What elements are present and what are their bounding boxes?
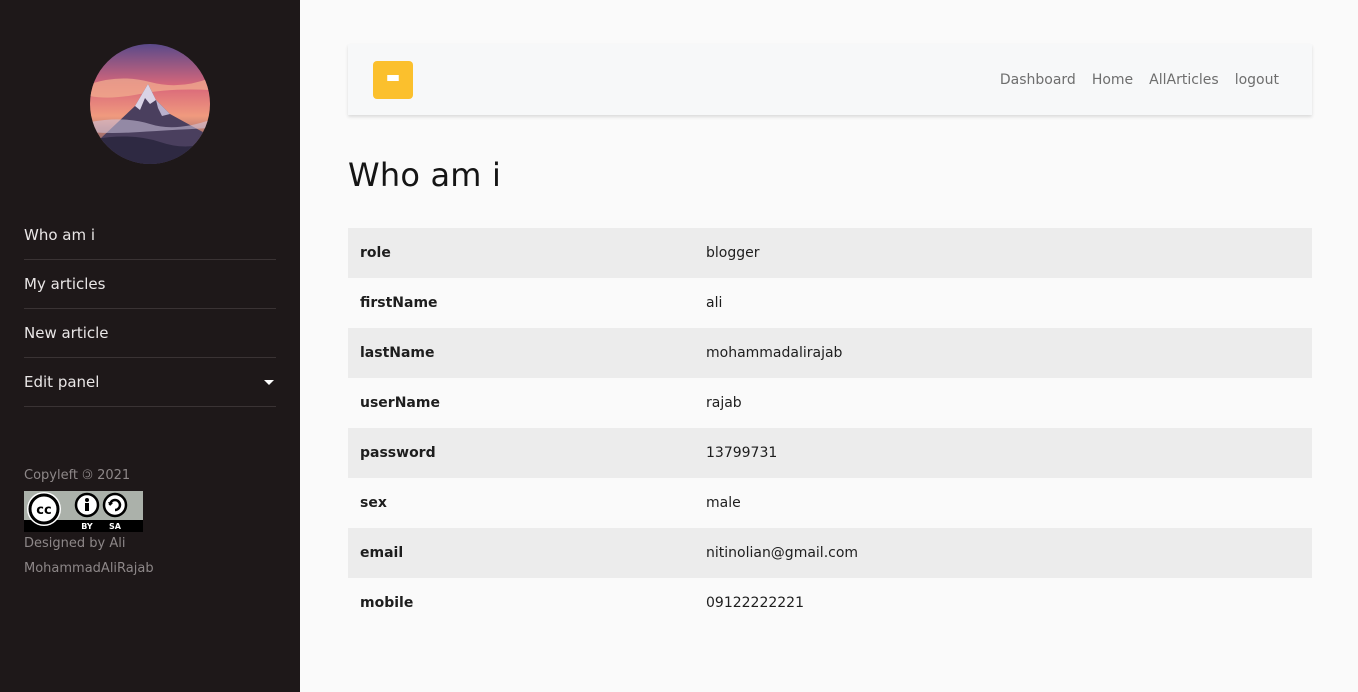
field-key: userName: [360, 395, 440, 411]
cc-by-sa-license-badge[interactable]: cc BY SA: [24, 491, 143, 532]
sidebar-toggle-button[interactable]: [373, 61, 413, 99]
svg-text:BY: BY: [81, 522, 93, 531]
nav-link-home[interactable]: Home: [1092, 72, 1133, 88]
table-row: role blogger: [348, 228, 1312, 278]
field-key: role: [360, 245, 391, 261]
field-value: 13799731: [706, 445, 778, 461]
field-key: lastName: [360, 345, 435, 361]
field-key: firstName: [360, 295, 438, 311]
top-navbar: Dashboard Home AllArticles logout: [348, 44, 1312, 115]
nav-link-logout[interactable]: logout: [1235, 72, 1279, 88]
table-row: email nitinolian@gmail.com: [348, 528, 1312, 578]
field-value: mohammadalirajab: [706, 345, 843, 361]
field-value: male: [706, 495, 741, 511]
sidebar-item-my-articles[interactable]: My articles: [24, 260, 276, 309]
sidebar-nav: Who am i My articles New article Edit pa…: [24, 211, 276, 407]
profile-info-table: role blogger firstName ali lastName moha…: [348, 228, 1312, 628]
sidebar-item-label: Edit panel: [24, 373, 100, 391]
page-title: Who am i: [348, 156, 502, 194]
table-row: sex male: [348, 478, 1312, 528]
sidebar-item-label: My articles: [24, 275, 106, 293]
table-row: lastName mohammadalirajab: [348, 328, 1312, 378]
field-key: email: [360, 545, 404, 561]
field-value: 09122222221: [706, 595, 804, 611]
caret-down-icon: [264, 379, 274, 385]
table-row: mobile 09122222221: [348, 578, 1312, 628]
sidebar-item-label: Who am i: [24, 226, 96, 244]
field-value: rajab: [706, 395, 742, 411]
avatar: [90, 44, 210, 164]
table-row: userName rajab: [348, 378, 1312, 428]
field-value: blogger: [706, 245, 760, 261]
sidebar-footer: Copyleft 🄯 2021 cc BY SA Designed by Ali…: [24, 463, 276, 581]
field-key: password: [360, 445, 436, 461]
author-name: MohammadAliRajab: [24, 561, 154, 576]
sidebar: Who am i My articles New article Edit pa…: [0, 0, 300, 692]
svg-text:SA: SA: [109, 522, 122, 531]
table-row: firstName ali: [348, 278, 1312, 328]
svg-text:cc: cc: [36, 503, 51, 518]
field-key: mobile: [360, 595, 414, 611]
sidebar-item-label: New article: [24, 324, 109, 342]
sidebar-item-who-am-i[interactable]: Who am i: [24, 211, 276, 260]
sidebar-item-new-article[interactable]: New article: [24, 309, 276, 358]
field-key: sex: [360, 495, 387, 511]
table-row: password 13799731: [348, 428, 1312, 478]
copyleft-text: Copyleft 🄯 2021: [24, 468, 131, 483]
field-value: ali: [706, 295, 723, 311]
nav-link-dashboard[interactable]: Dashboard: [1000, 72, 1076, 88]
mountain-image: [90, 44, 210, 164]
field-value: nitinolian@gmail.com: [706, 545, 859, 561]
designed-by-text: Designed by Ali: [24, 536, 126, 551]
sidebar-item-edit-panel[interactable]: Edit panel: [24, 358, 276, 407]
nav-link-all-articles[interactable]: AllArticles: [1149, 72, 1219, 88]
hamburger-icon: [387, 75, 399, 85]
top-nav-links: Dashboard Home AllArticles logout: [1000, 44, 1279, 115]
